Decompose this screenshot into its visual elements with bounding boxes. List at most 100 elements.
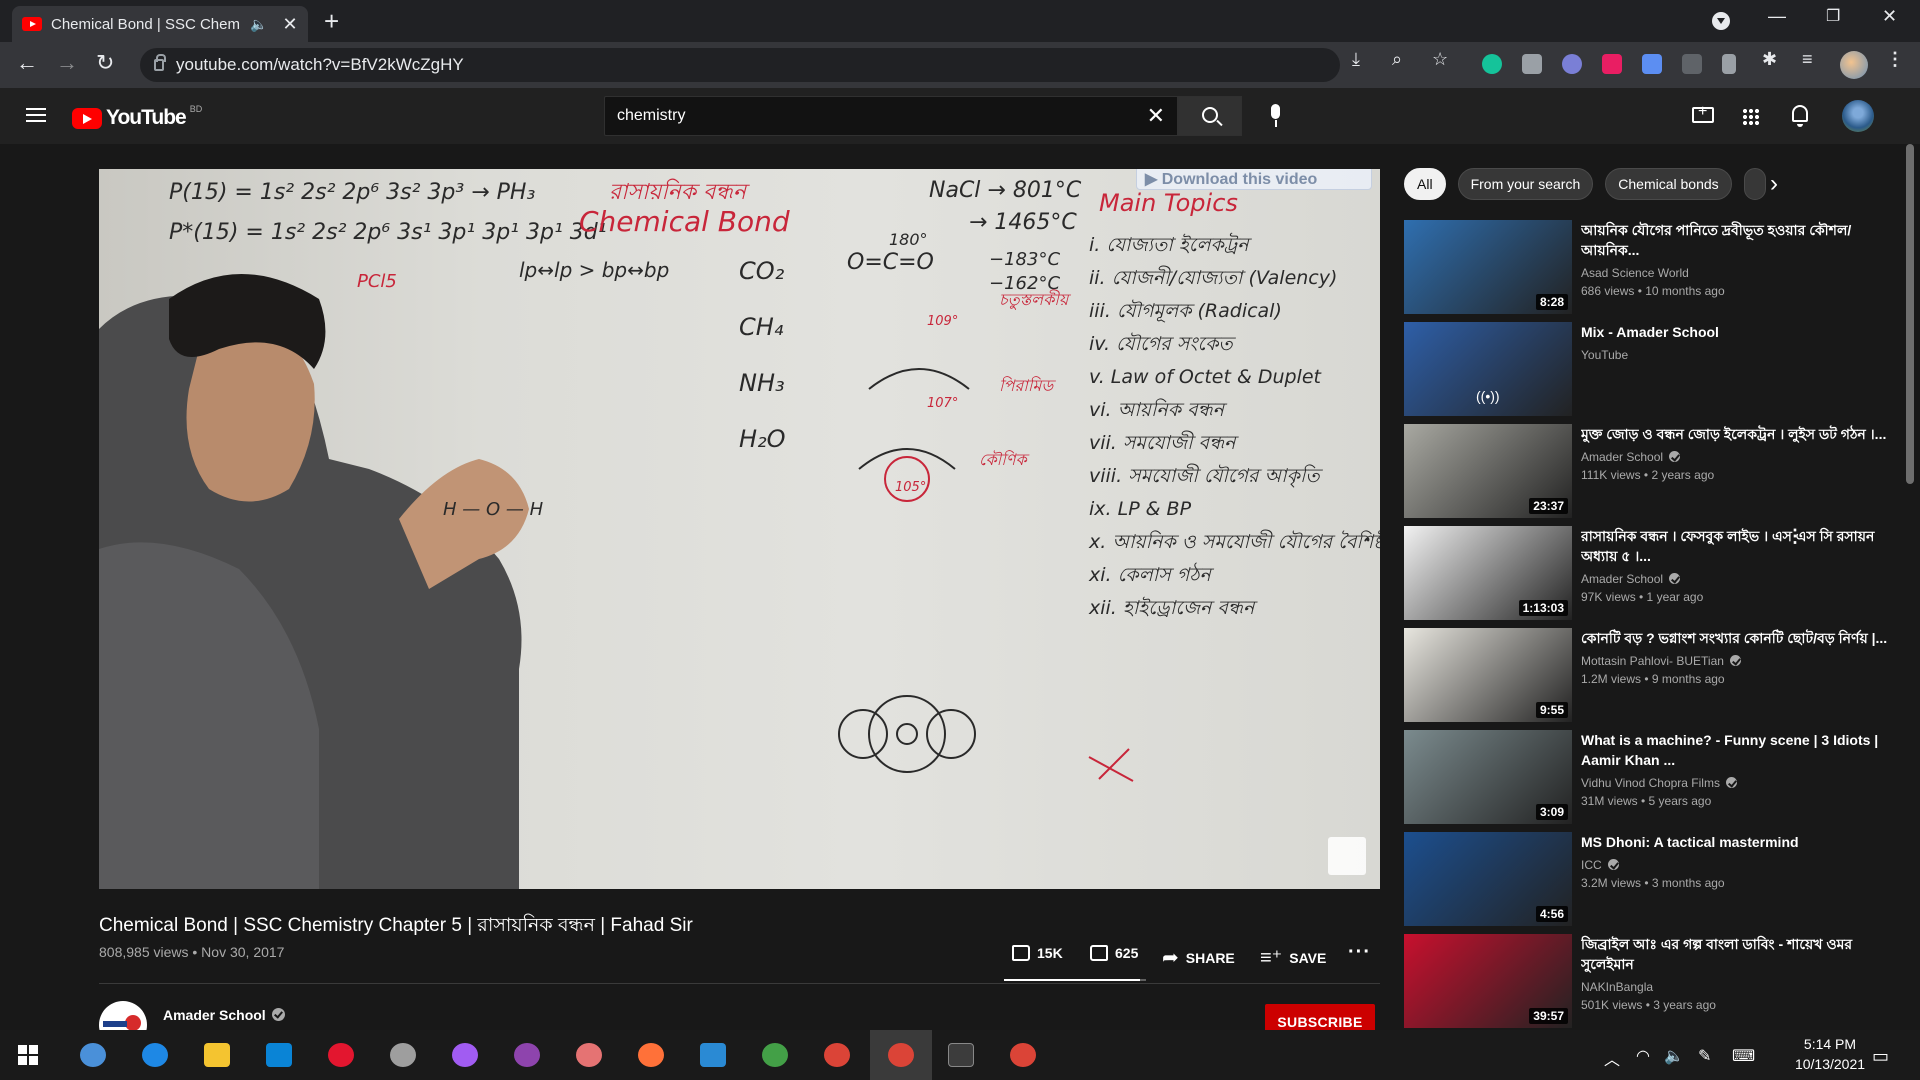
related-video-item[interactable]: 4:56 MS Dhoni: A tactical mastermind ICC 3.… [1404,832,1904,926]
related-video-channel[interactable]: Amader School [1581,448,1892,466]
chip-all[interactable]: All [1404,168,1446,200]
reload-icon[interactable]: ↻ [96,50,114,76]
window-close-icon[interactable]: ✕ [1882,6,1897,27]
youtube-logo[interactable]: YouTube BD [72,104,202,130]
keyboard-icon[interactable]: ⌨ [1732,1046,1755,1066]
download-video-overlay-button[interactable]: ▶ Download this video [1136,169,1372,190]
related-video-channel-name[interactable]: Mottasin Pahlovi- BUETian [1581,654,1724,668]
notification-center-icon[interactable]: ▭ [1872,1046,1889,1067]
related-video-title[interactable]: জিব্রাইল আঃ এর গল্প বাংলা ডাবিং - শায়েখ… [1581,934,1892,974]
search-input[interactable]: chemistry ✕ [604,96,1178,136]
share-button[interactable]: ➦ SHARE [1162,945,1235,970]
play-extension-icon[interactable] [1602,54,1622,74]
account-avatar[interactable] [1842,100,1874,132]
minimize-icon[interactable]: — [1768,6,1786,27]
url-text[interactable]: youtube.com/watch?v=BfV2kWcZgHY [176,55,464,75]
chip-from-your-search[interactable]: From your search [1457,168,1594,200]
chrome-active-icon[interactable] [888,1043,914,1067]
satellite-app-icon[interactable] [390,1043,416,1067]
chip-chemical-bonds[interactable]: Chemical bonds [1605,168,1732,200]
related-video-item[interactable]: ((•)) Mix - Amader School YouTube [1404,322,1904,416]
video-thumbnail[interactable]: 3:09 [1404,730,1572,824]
related-video-channel-name[interactable]: ICC [1581,858,1602,872]
more-options-icon[interactable]: ⋮ [1786,526,1804,547]
video-thumbnail[interactable]: 4:56 [1404,832,1572,926]
video-thumbnail[interactable]: ((•)) [1404,322,1572,416]
video-thumbnail[interactable]: 1:13:03 [1404,526,1572,620]
apps-grid-icon[interactable] [1742,108,1760,126]
taskbar-app-icon[interactable] [80,1043,106,1067]
search-query-text[interactable]: chemistry [617,107,685,125]
grammarly-extension-icon[interactable] [1482,54,1502,74]
video-thumbnail[interactable]: 39:57 [1404,934,1572,1028]
related-video-title[interactable]: মুক্ত জোড় ও বন্ধন জোড় ইলেকট্রন । লুইস … [1581,424,1892,444]
video-thumbnail[interactable]: 23:37 [1404,424,1572,518]
close-tab-icon[interactable]: ✕ [282,14,297,35]
like-button[interactable]: 15K [1012,945,1063,961]
clock-time[interactable]: 5:14 PM [1780,1036,1880,1052]
pen-icon[interactable]: ✎ [1698,1046,1711,1066]
wifi-icon[interactable]: ◠ [1636,1046,1650,1066]
tab-search-icon[interactable] [1712,12,1730,30]
chevron-right-icon[interactable]: › [1770,172,1778,196]
related-video-channel-name[interactable]: Vidhu Vinod Chopra Films [1581,776,1720,790]
chip-more[interactable] [1743,168,1766,200]
related-video-channel[interactable]: Asad Science World [1581,264,1892,282]
edge-icon[interactable] [142,1043,168,1067]
related-video-channel[interactable]: YouTube [1581,346,1892,364]
related-video-item[interactable]: 9:55 কোনটি বড় ? ভগ্নাংশ সংখ্যার কোনটি ছো… [1404,628,1904,722]
reading-list-icon[interactable]: ≡ [1802,49,1813,70]
screen-extension-icon[interactable] [1682,54,1702,74]
tray-chevron-up-icon[interactable]: ︿ [1604,1046,1620,1070]
bookmark-star-icon[interactable]: ☆ [1432,49,1448,70]
related-video-title[interactable]: রাসায়নিক বন্ধন । ফেসবুক লাইভ । এস এস সি… [1581,526,1892,566]
new-tab-button[interactable]: + [324,8,339,34]
camera-extension-icon[interactable] [1522,54,1542,74]
related-video-title[interactable]: What is a machine? - Funny scene | 3 Idi… [1581,730,1892,770]
related-video-channel-name[interactable]: Amader School [1581,450,1663,464]
create-video-icon[interactable] [1692,103,1714,123]
related-video-item[interactable]: 3:09 What is a machine? - Funny scene | 3… [1404,730,1904,824]
file-explorer-icon[interactable] [204,1043,230,1067]
related-video-channel-name[interactable]: NAKInBangla [1581,980,1653,994]
related-video-channel[interactable]: NAKInBangla [1581,978,1892,996]
windows-start-icon[interactable] [18,1045,38,1065]
clear-search-icon[interactable]: ✕ [1147,103,1165,129]
puzzle-extensions-icon[interactable]: ✱ [1762,49,1777,70]
lock-icon[interactable] [154,54,166,71]
related-video-channel[interactable]: Amader School [1581,570,1892,588]
related-video-channel-name[interactable]: Asad Science World [1581,266,1689,280]
page-scrollbar[interactable] [1906,144,1914,484]
pen-extension-icon[interactable] [1722,54,1736,74]
related-video-item[interactable]: 23:37 মুক্ত জোড় ও বন্ধন জোড় ইলেকট্রন । … [1404,424,1904,518]
speaker-icon[interactable]: 🔈 [250,16,267,33]
related-video-item[interactable]: 1:13:03 রাসায়নিক বন্ধন । ফেসবুক লাইভ । এ… [1404,526,1904,620]
channel-watermark[interactable] [1328,837,1366,875]
more-actions-icon[interactable]: ··· [1348,941,1371,964]
dislike-button[interactable]: 625 [1090,945,1138,961]
extension-icon[interactable] [1562,54,1582,74]
paint-app-icon[interactable] [576,1043,602,1067]
install-icon[interactable]: ⤓ [1352,49,1360,70]
github-icon[interactable] [514,1043,540,1067]
browser-tab[interactable]: Chemical Bond | SSC Chemis 🔈 ✕ [12,6,308,42]
notifications-bell-icon[interactable] [1792,105,1808,127]
channel-name[interactable]: Amader School [163,1007,285,1023]
download-extension-icon[interactable] [1642,54,1662,74]
restore-icon[interactable]: ❐ [1826,6,1840,26]
related-video-channel[interactable]: ICC [1581,856,1892,874]
related-video-channel[interactable]: Vidhu Vinod Chopra Films [1581,774,1892,792]
app-icon[interactable] [762,1043,788,1067]
video-thumbnail[interactable]: 9:55 [1404,628,1572,722]
video-thumbnail[interactable]: 8:28 [1404,220,1572,314]
related-video-channel-name[interactable]: Amader School [1581,572,1663,586]
related-video-title[interactable]: MS Dhoni: A tactical mastermind [1581,832,1892,852]
related-video-title[interactable]: Mix - Amader School [1581,322,1892,342]
clock-date[interactable]: 10/13/2021 [1780,1056,1880,1072]
firefox-icon[interactable] [638,1043,664,1067]
chrome-profile-icon[interactable] [1010,1043,1036,1067]
terminal-icon[interactable] [948,1043,974,1067]
chrome-menu-icon[interactable]: ⋮ [1886,49,1904,70]
related-video-item[interactable]: 39:57 জিব্রাইল আঃ এর গল্প বাংলা ডাবিং - শ… [1404,934,1904,1028]
chrome-icon[interactable] [824,1043,850,1067]
